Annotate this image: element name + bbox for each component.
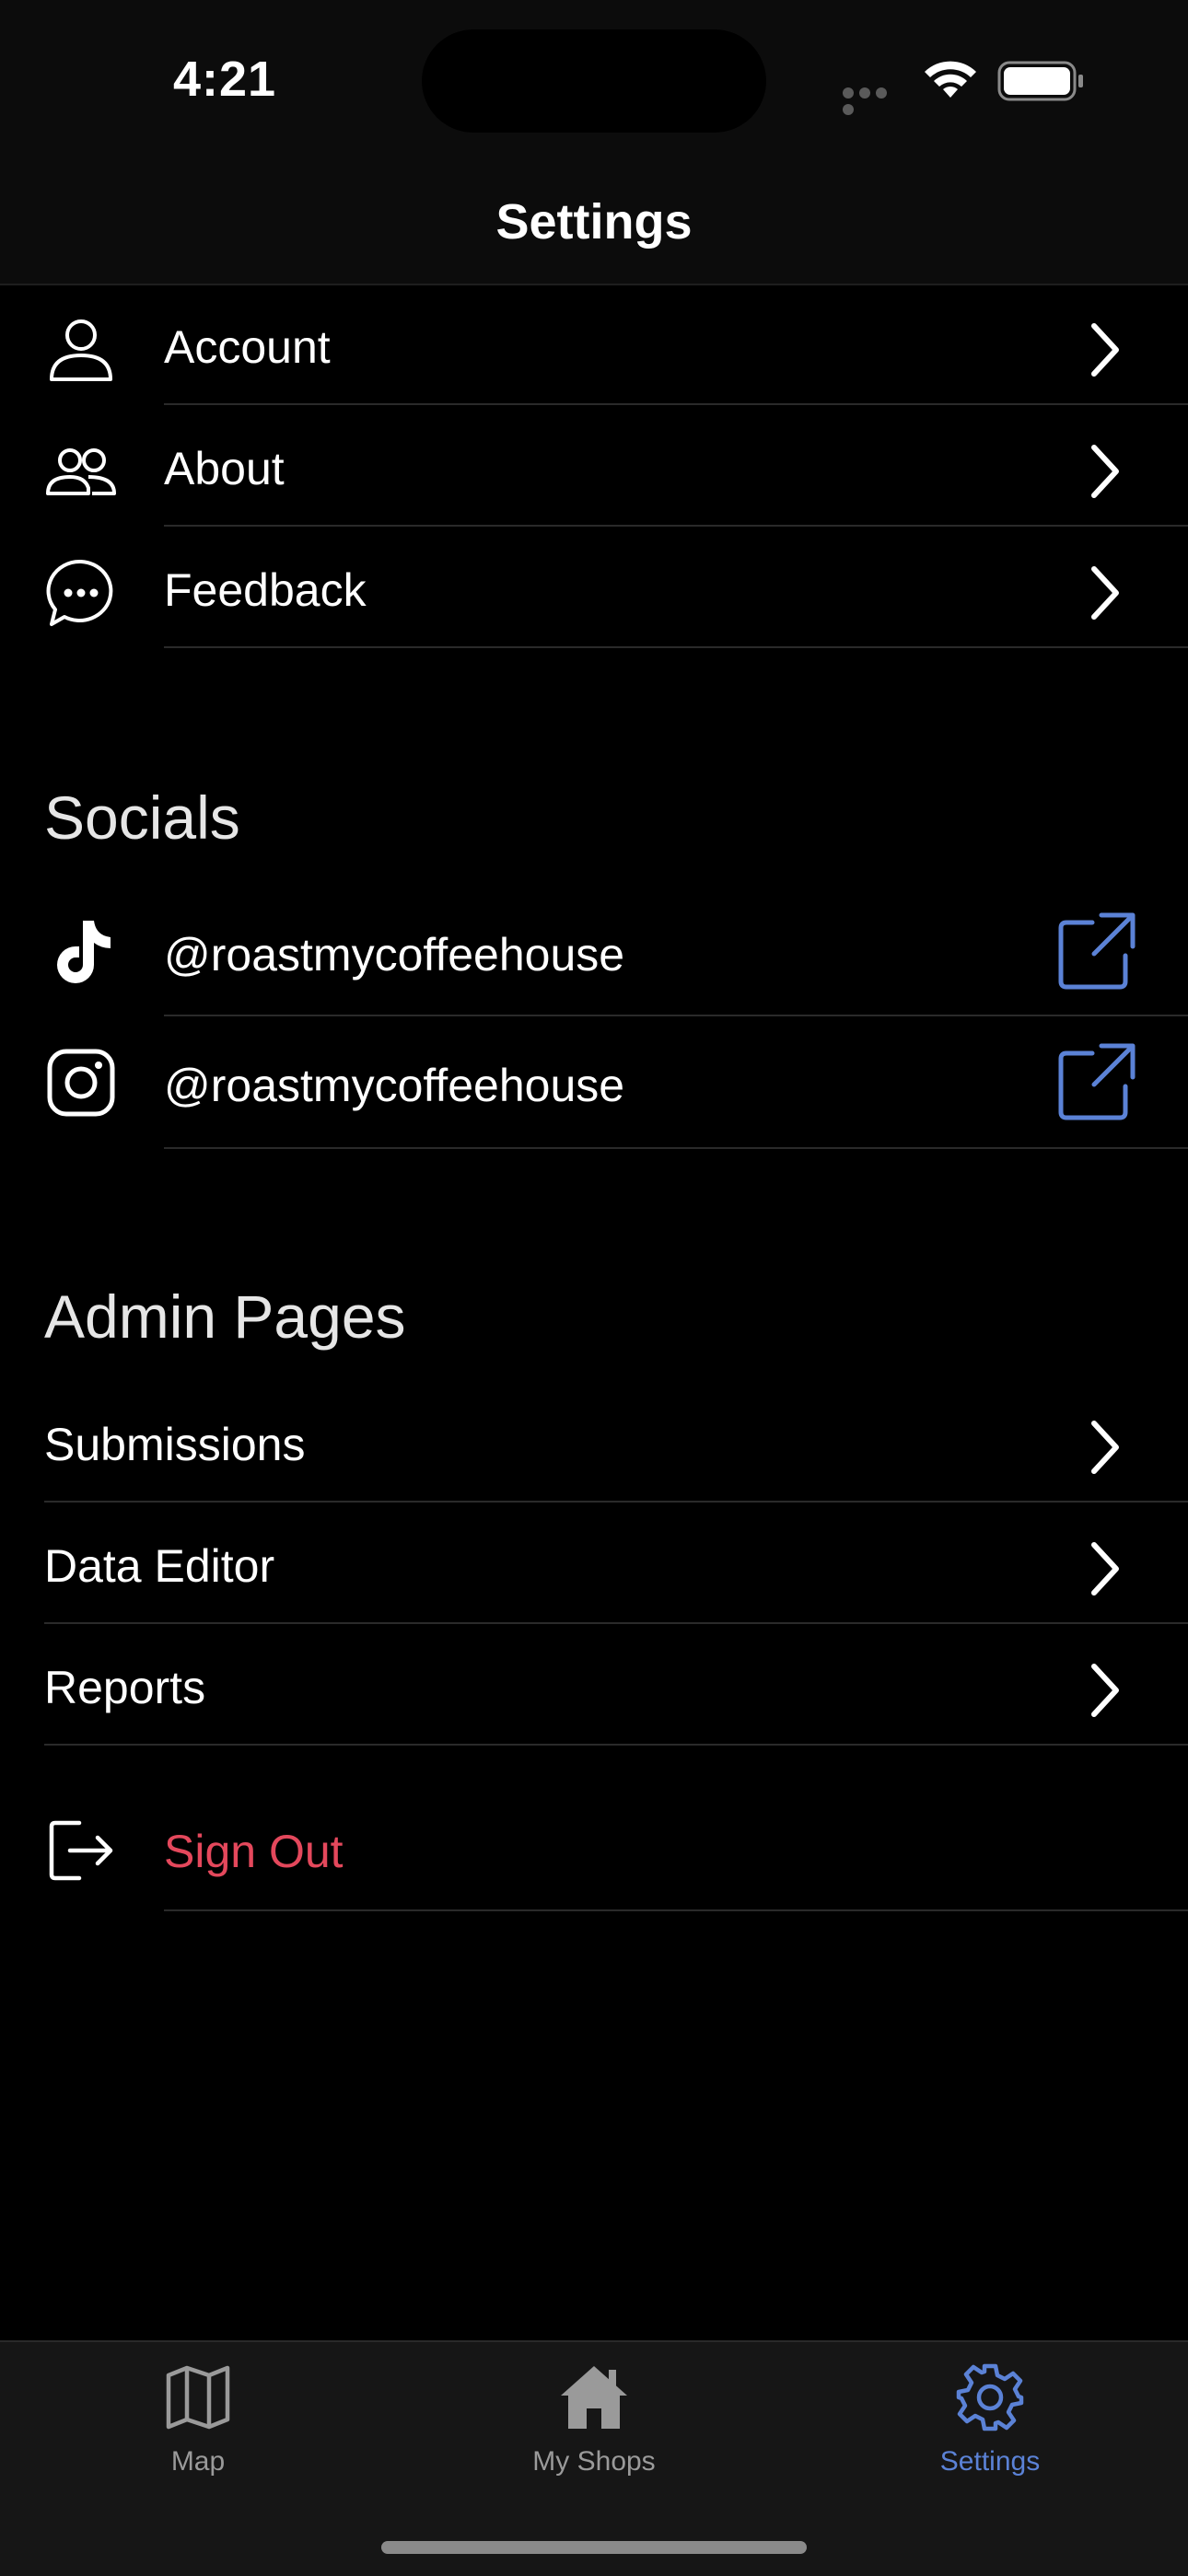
tab-label: Settings xyxy=(939,2446,1041,2477)
tab-label: Map xyxy=(170,2446,226,2477)
page-title: Settings xyxy=(495,194,693,249)
social-row-instagram[interactable]: @roastmycoffeehouse xyxy=(0,1016,1188,1149)
status-bar: 4:21 xyxy=(0,0,1188,147)
settings-row-label: About xyxy=(164,443,285,494)
tiktok-icon xyxy=(57,921,111,983)
chevron-right-icon xyxy=(1091,566,1119,620)
map-icon xyxy=(166,2365,230,2430)
settings-row-feedback[interactable]: Feedback xyxy=(0,527,1188,648)
divider xyxy=(164,1147,1188,1149)
tab-label: My Shops xyxy=(532,2446,656,2477)
sign-out-label: Sign Out xyxy=(164,1826,344,1877)
cellular-signal-icon xyxy=(843,87,907,115)
admin-row-label: Reports xyxy=(44,1662,206,1713)
admin-row-label: Data Editor xyxy=(44,1540,275,1592)
chevron-right-icon xyxy=(1091,1421,1119,1474)
people-icon xyxy=(46,448,116,495)
chevron-right-icon xyxy=(1091,445,1119,498)
social-handle: @roastmycoffeehouse xyxy=(164,929,625,981)
admin-row-reports[interactable]: Reports xyxy=(0,1624,1188,1746)
instagram-icon xyxy=(47,1049,115,1117)
tab-my-shops[interactable]: My Shops xyxy=(456,2361,732,2477)
status-time: 4:21 xyxy=(173,52,277,107)
tab-map[interactable]: Map xyxy=(60,2361,336,2477)
external-link-icon[interactable] xyxy=(1055,1040,1138,1123)
chevron-right-icon xyxy=(1091,323,1119,377)
divider xyxy=(164,1909,1188,1911)
chevron-right-icon xyxy=(1091,1664,1119,1717)
tab-settings[interactable]: Settings xyxy=(852,2361,1128,2477)
home-indicator xyxy=(381,2541,807,2554)
person-icon xyxy=(50,319,112,381)
section-header-admin-pages: Admin Pages xyxy=(44,1282,406,1351)
settings-row-label: Account xyxy=(164,321,331,373)
settings-row-label: Feedback xyxy=(164,564,367,616)
chevron-right-icon xyxy=(1091,1542,1119,1595)
dynamic-island xyxy=(422,29,766,133)
settings-row-about[interactable]: About xyxy=(0,405,1188,527)
admin-row-label: Submissions xyxy=(44,1419,306,1470)
settings-row-account[interactable]: Account xyxy=(0,284,1188,405)
gear-icon xyxy=(956,2363,1024,2431)
battery-icon xyxy=(997,61,1083,101)
admin-row-submissions[interactable]: Submissions xyxy=(0,1381,1188,1503)
social-handle: @roastmycoffeehouse xyxy=(164,1060,625,1111)
admin-row-data-editor[interactable]: Data Editor xyxy=(0,1503,1188,1624)
sign-out-button[interactable]: Sign Out xyxy=(0,1786,1188,1911)
wifi-icon xyxy=(925,61,976,98)
tab-bar: Map My Shops Settings xyxy=(0,2340,1188,2576)
external-link-icon[interactable] xyxy=(1055,910,1138,992)
divider xyxy=(44,1744,1188,1746)
section-header-socials: Socials xyxy=(44,783,240,852)
divider xyxy=(164,646,1188,648)
social-row-tiktok[interactable]: @roastmycoffeehouse xyxy=(0,888,1188,1016)
house-icon xyxy=(561,2366,627,2429)
navigation-bar: Settings xyxy=(0,147,1188,285)
sign-out-icon xyxy=(49,1820,113,1881)
chat-bubble-icon xyxy=(46,559,113,626)
